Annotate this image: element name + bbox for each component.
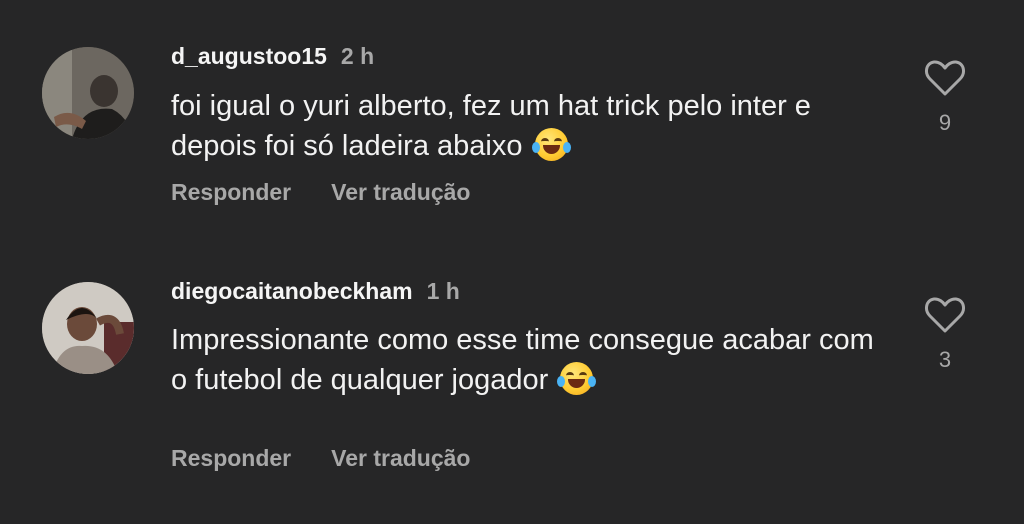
- comment-actions: Responder Ver tradução: [171, 179, 470, 206]
- laughing-emoji-icon: [531, 128, 571, 161]
- heart-icon[interactable]: [924, 58, 966, 98]
- like-control: 3: [918, 295, 972, 373]
- like-control: 9: [918, 58, 972, 136]
- reply-button[interactable]: Responder: [171, 445, 291, 471]
- comment-item: diegocaitanobeckham 1 h Impressionante co…: [0, 262, 1024, 524]
- comment-text: foi igual o yuri alberto, fez um hat tri…: [171, 86, 891, 166]
- heart-icon[interactable]: [924, 295, 966, 335]
- username[interactable]: d_augustoo15: [171, 43, 327, 69]
- comment-actions: Responder Ver tradução: [171, 445, 470, 472]
- like-count: 3: [938, 347, 952, 372]
- comment-meta: diegocaitanobeckham 1 h: [171, 278, 460, 305]
- comment-item: d_augustoo15 2 h foi igual o yuri alberto…: [0, 0, 1024, 250]
- comment-body: Impressionante como esse time consegue a…: [171, 324, 874, 396]
- comment-text: Impressionante como esse time consegue a…: [171, 320, 891, 400]
- translate-button[interactable]: Ver tradução: [331, 445, 470, 471]
- avatar[interactable]: [42, 282, 134, 374]
- timestamp: 2 h: [340, 43, 375, 69]
- like-count: 9: [938, 110, 952, 135]
- avatar[interactable]: [42, 47, 134, 139]
- translate-button[interactable]: Ver tradução: [331, 179, 470, 205]
- timestamp: 1 h: [426, 278, 460, 304]
- laughing-emoji-icon: [557, 362, 597, 395]
- comment-body: foi igual o yuri alberto, fez um hat tri…: [171, 90, 811, 162]
- username[interactable]: diegocaitanobeckham: [171, 278, 413, 304]
- reply-button[interactable]: Responder: [171, 179, 291, 205]
- comment-meta: d_augustoo15 2 h: [171, 43, 374, 70]
